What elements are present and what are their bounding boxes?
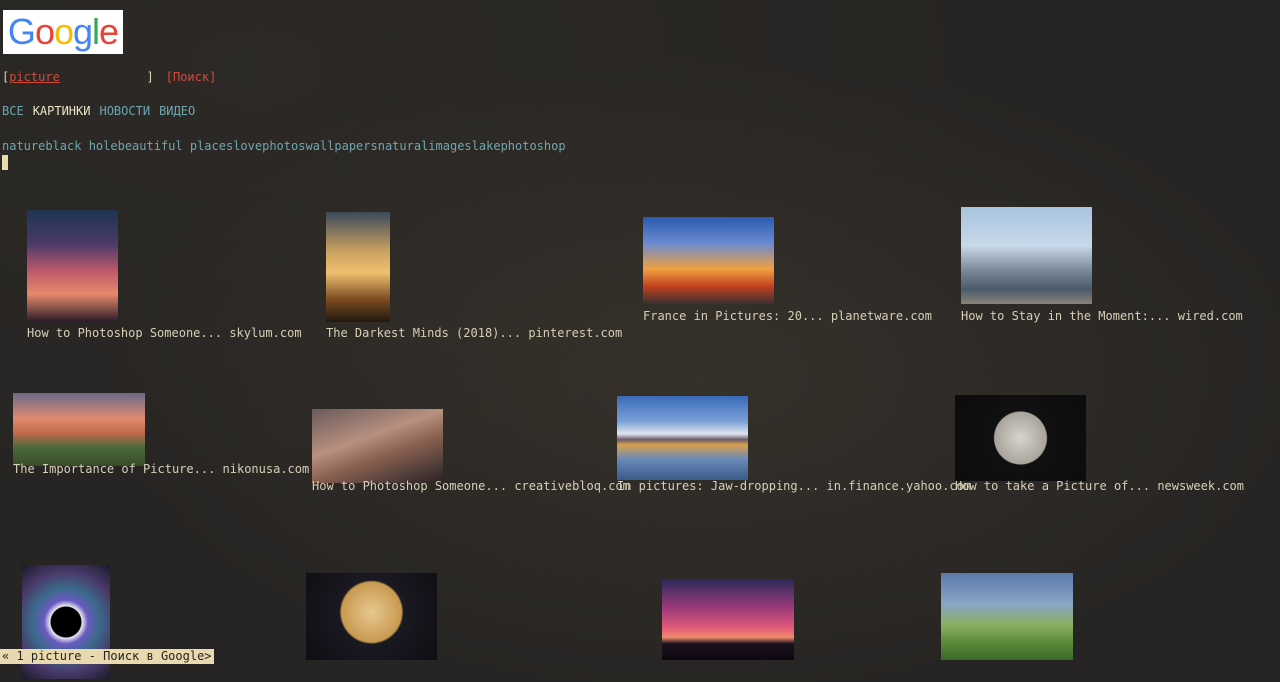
chip-photoshop[interactable]: photoshop [501, 139, 566, 153]
chip-wallpapers[interactable]: wallpapers [305, 139, 377, 153]
tab-images[interactable]: КАРТИНКИ [33, 104, 91, 118]
result-thumbnail[interactable] [27, 210, 118, 322]
result-caption[interactable]: The Importance of Picture... nikonusa.co… [13, 462, 309, 476]
search-input-padding [60, 70, 147, 84]
result-caption[interactable]: How to take a Picture of... newsweek.com [955, 479, 1244, 493]
result-source: in.finance.yahoo.com [826, 479, 972, 493]
logo-letter: l [92, 11, 100, 52]
related-searches: natureblack holebeautiful placeslovephot… [2, 139, 566, 153]
result-thumbnail[interactable] [617, 396, 748, 480]
tab-all[interactable]: ВСЕ [2, 104, 24, 118]
result-caption[interactable]: In pictures: Jaw-dropping... in.finance.… [617, 479, 971, 493]
logo-letter: g [73, 11, 93, 52]
result-title[interactable]: The Darkest Minds (2018)... [326, 326, 521, 340]
chip-natural[interactable]: natural [378, 139, 429, 153]
result-source: pinterest.com [528, 326, 623, 340]
result-thumbnail[interactable] [13, 393, 145, 466]
logo-letter: o [34, 11, 55, 52]
chip-beautiful-places[interactable]: beautiful places [118, 139, 234, 153]
result-thumbnail[interactable] [941, 573, 1073, 660]
result-thumbnail[interactable] [961, 207, 1092, 304]
search-tabs: ВСЕ КАРТИНКИ НОВОСТИ ВИДЕО [2, 104, 204, 118]
result-source: newsweek.com [1157, 479, 1245, 493]
logo-letter: G [7, 11, 36, 52]
google-logo[interactable]: Google [3, 10, 123, 54]
result-title[interactable]: France in Pictures: 20... [643, 309, 824, 323]
text-cursor [2, 155, 8, 170]
result-source: planetware.com [830, 309, 933, 323]
result-source: wired.com [1177, 309, 1243, 323]
result-title[interactable]: In pictures: Jaw-dropping... [617, 479, 819, 493]
result-title[interactable]: How to take a Picture of... [955, 479, 1150, 493]
chip-love[interactable]: love [233, 139, 262, 153]
status-bar: « 1 picture - Поиск в Google> [0, 649, 214, 664]
tab-video[interactable]: ВИДЕО [159, 104, 195, 118]
search-button[interactable]: [Поиск] [166, 70, 217, 84]
chip-images[interactable]: images [428, 139, 471, 153]
search-input[interactable]: picture [9, 70, 60, 84]
result-thumbnail[interactable] [955, 395, 1086, 481]
chip-photos[interactable]: photos [262, 139, 305, 153]
result-thumbnail[interactable] [326, 212, 390, 322]
logo-letter: o [53, 11, 74, 52]
chip-nature[interactable]: nature [2, 139, 45, 153]
result-caption[interactable]: France in Pictures: 20... planetware.com [643, 309, 932, 323]
chip-black-hole[interactable]: black hole [45, 139, 117, 153]
result-source: nikonusa.com [222, 462, 310, 476]
background [0, 0, 1280, 682]
result-title[interactable]: How to Photoshop Someone... [312, 479, 507, 493]
result-thumbnail[interactable] [312, 409, 443, 483]
result-thumbnail[interactable] [643, 217, 774, 304]
result-thumbnail[interactable] [662, 579, 794, 660]
result-title[interactable]: How to Stay in the Moment:... [961, 309, 1171, 323]
result-source: skylum.com [229, 326, 302, 340]
search-bracket-close: ] [146, 70, 154, 84]
logo-letter: e [99, 11, 119, 52]
result-title[interactable]: The Importance of Picture... [13, 462, 215, 476]
result-caption[interactable]: How to Photoshop Someone... creativebloq… [312, 479, 630, 493]
result-thumbnail[interactable] [306, 573, 437, 660]
result-caption[interactable]: How to Photoshop Someone... skylum.com [27, 326, 302, 340]
result-source: creativebloq.com [514, 479, 630, 493]
result-caption[interactable]: How to Stay in the Moment:... wired.com [961, 309, 1243, 323]
chip-lake[interactable]: lake [472, 139, 501, 153]
result-title[interactable]: How to Photoshop Someone... [27, 326, 222, 340]
search-bar: [picture ] [Поиск] [2, 70, 216, 84]
result-caption[interactable]: The Darkest Minds (2018)... pinterest.co… [326, 326, 622, 340]
tab-news[interactable]: НОВОСТИ [99, 104, 150, 118]
